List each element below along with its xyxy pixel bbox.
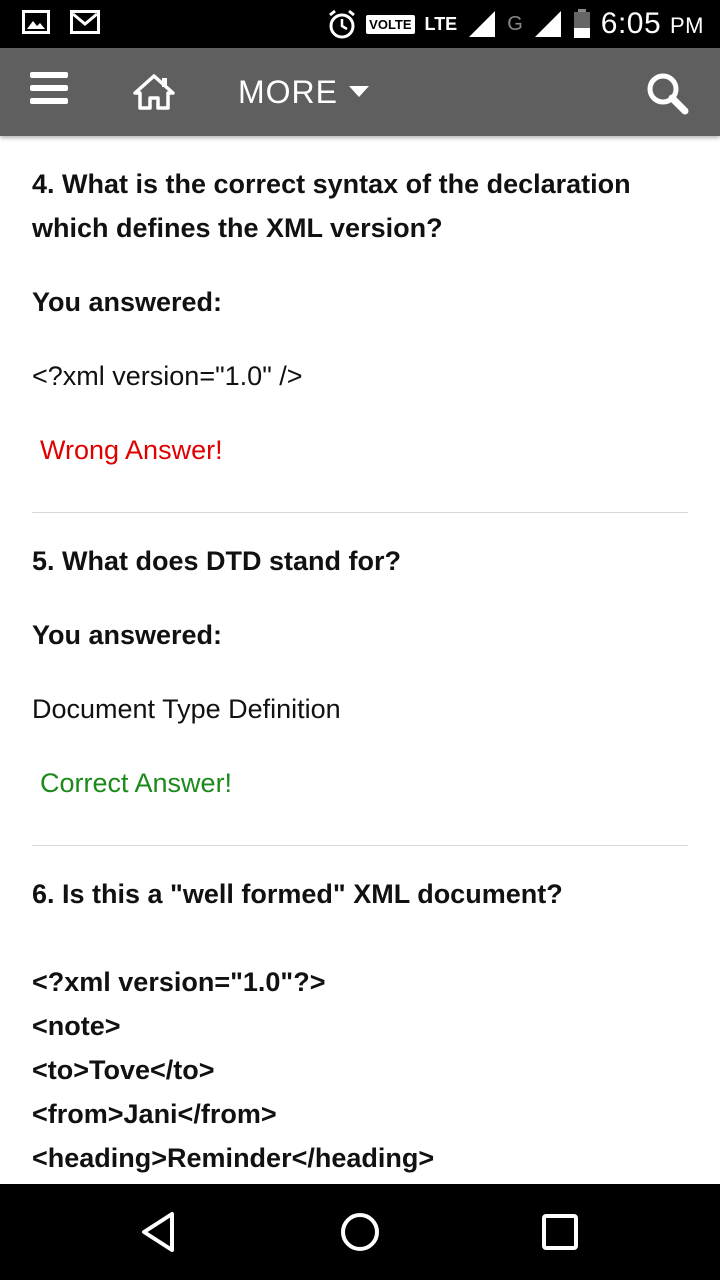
you-answered-label: You answered: — [32, 287, 223, 317]
search-icon[interactable] — [644, 70, 690, 116]
code-line: <from>Jani</from> — [32, 1099, 277, 1129]
code-line: <to>Tove</to> — [32, 1055, 215, 1085]
battery-icon — [573, 9, 590, 38]
navigation-bar — [0, 1184, 720, 1280]
question-title: 6. Is this a "well formed" XML document? — [32, 879, 563, 909]
back-icon[interactable] — [136, 1208, 184, 1256]
status-bar: VOLTE LTE G 6:05 PM — [0, 0, 720, 48]
home-circle-icon[interactable] — [336, 1208, 384, 1256]
image-icon — [22, 10, 50, 34]
clock: 6:05 PM — [600, 7, 704, 40]
menu-button[interactable] — [30, 72, 72, 112]
lte-label: LTE — [424, 14, 458, 34]
code-line: <?xml version="1.0"?> — [32, 967, 326, 997]
code-line: <note> — [32, 1011, 121, 1041]
notification-icons — [22, 10, 100, 34]
signal-icon — [469, 11, 496, 37]
gmail-icon — [70, 10, 100, 34]
quiz-results: 4. What is the correct syntax of the dec… — [0, 136, 720, 1184]
more-dropdown-button[interactable]: MORE — [238, 72, 370, 112]
volte-badge: VOLTE — [366, 14, 415, 34]
network-type-label: G — [507, 12, 523, 35]
user-answer: Document Type Definition — [32, 694, 341, 724]
xml-code-block: <?xml version="1.0"?> <note> <to>Tove</t… — [32, 960, 688, 1180]
you-answered-label: You answered: — [32, 620, 223, 650]
home-icon[interactable] — [132, 70, 176, 114]
app-bar: MORE — [0, 48, 720, 136]
more-label: MORE — [238, 73, 338, 110]
user-answer: <?xml version="1.0" /> — [32, 361, 303, 391]
caret-down-icon — [349, 86, 369, 97]
question-title: 4. What is the correct syntax of the dec… — [32, 169, 631, 243]
system-icons: VOLTE LTE G 6:05 PM — [328, 6, 704, 42]
question-block: 6. Is this a "well formed" XML document?… — [32, 846, 688, 1180]
alarm-icon — [329, 9, 356, 39]
result-wrong: Wrong Answer! — [40, 435, 223, 465]
result-correct: Correct Answer! — [40, 768, 233, 798]
question-block: 5. What does DTD stand for? You answered… — [32, 513, 688, 805]
question-title: 5. What does DTD stand for? — [32, 546, 402, 576]
signal-icon-2 — [534, 11, 561, 37]
recents-icon[interactable] — [536, 1208, 584, 1256]
code-line: <heading>Reminder</heading> — [32, 1143, 435, 1173]
question-block: 4. What is the correct syntax of the dec… — [32, 136, 688, 472]
